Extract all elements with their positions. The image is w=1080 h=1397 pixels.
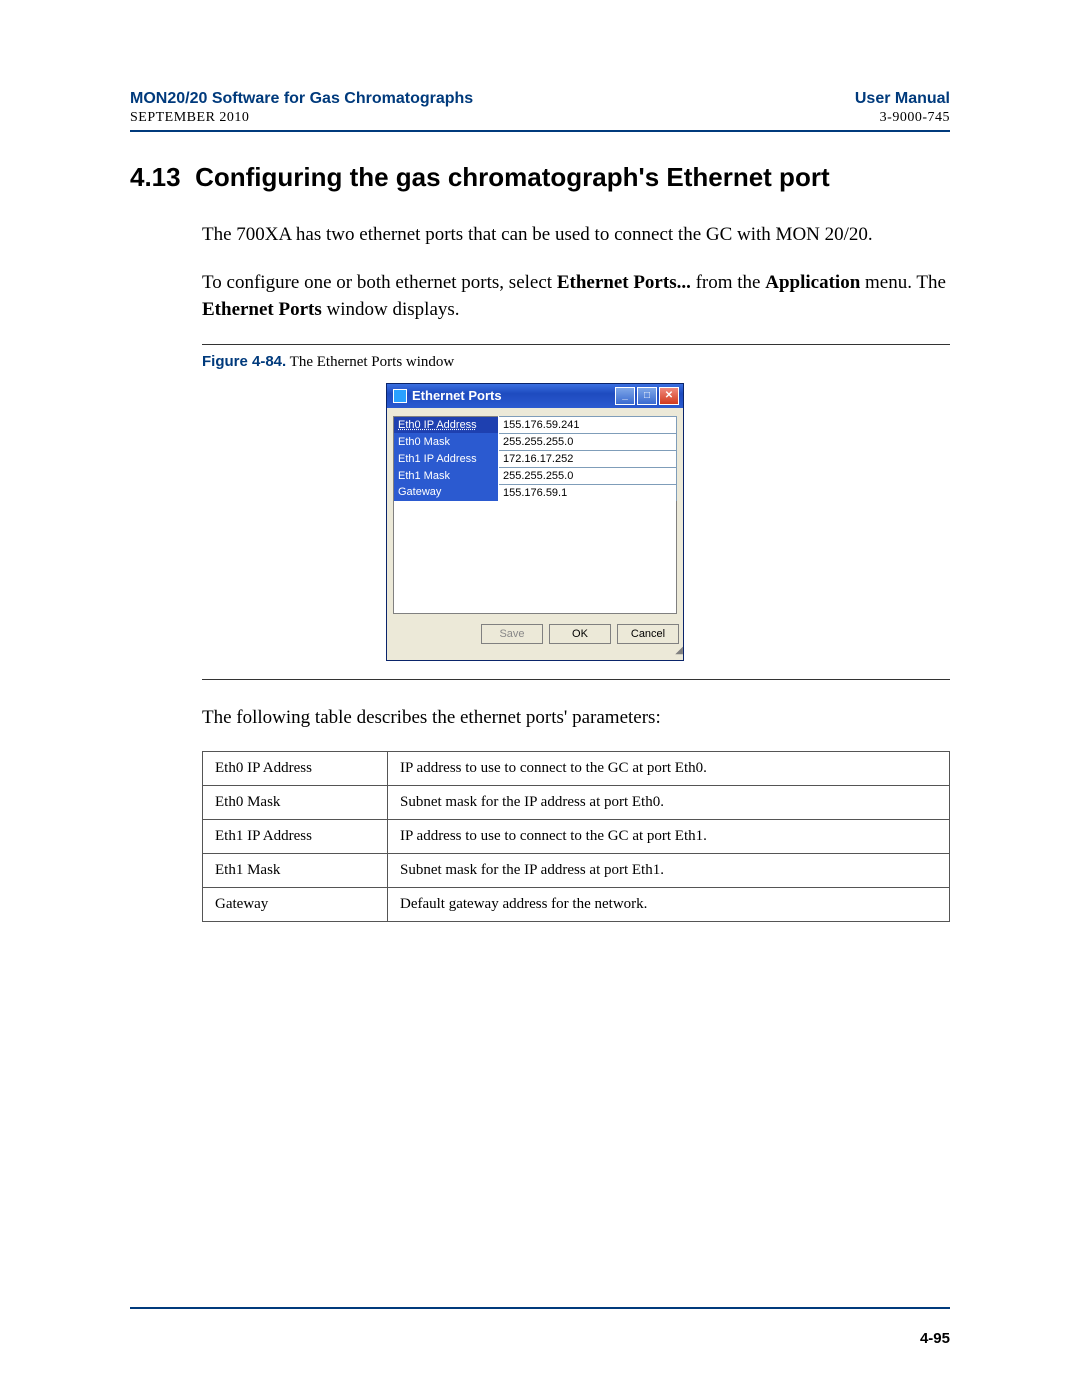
param-name: Eth0 Mask bbox=[203, 786, 388, 820]
table-row: Eth1 MaskSubnet mask for the IP address … bbox=[203, 854, 950, 888]
property-grid[interactable]: Eth0 IP Address155.176.59.241 Eth0 Mask2… bbox=[393, 416, 677, 614]
header-title-right: User Manual bbox=[855, 90, 950, 108]
figure-top-rule bbox=[202, 344, 950, 345]
value-eth0-ip[interactable]: 155.176.59.241 bbox=[499, 416, 677, 433]
label-eth1-ip[interactable]: Eth1 IP Address bbox=[394, 450, 499, 467]
label-eth1-mask[interactable]: Eth1 Mask bbox=[394, 467, 499, 484]
row-eth0-ip: Eth0 IP Address155.176.59.241 bbox=[394, 416, 677, 433]
paragraph-1: The 700XA has two ethernet ports that ca… bbox=[202, 221, 950, 249]
figure-bottom-rule bbox=[202, 679, 950, 680]
table-row: GatewayDefault gateway address for the n… bbox=[203, 888, 950, 922]
label-eth0-mask[interactable]: Eth0 Mask bbox=[394, 433, 499, 450]
section-heading: 4.13 Configuring the gas chromatograph's… bbox=[130, 162, 950, 193]
window-titlebar[interactable]: Ethernet Ports _ □ ✕ bbox=[387, 384, 683, 408]
section-title: Configuring the gas chromatograph's Ethe… bbox=[195, 162, 830, 192]
header-rule bbox=[130, 130, 950, 132]
param-desc: Subnet mask for the IP address at port E… bbox=[388, 786, 950, 820]
header-title-left: MON20/20 Software for Gas Chromatographs bbox=[130, 90, 473, 108]
ethernet-ports-window: Ethernet Ports _ □ ✕ Eth0 IP Address155.… bbox=[386, 383, 684, 661]
row-gateway: Gateway155.176.59.1 bbox=[394, 484, 677, 501]
row-eth0-mask: Eth0 Mask255.255.255.0 bbox=[394, 433, 677, 450]
param-name: Gateway bbox=[203, 888, 388, 922]
label-eth0-ip[interactable]: Eth0 IP Address bbox=[394, 416, 499, 433]
app-icon bbox=[393, 389, 407, 403]
table-row: Eth0 IP AddressIP address to use to conn… bbox=[203, 752, 950, 786]
close-button[interactable]: ✕ bbox=[659, 387, 679, 405]
footer-rule bbox=[130, 1307, 950, 1309]
param-desc: Subnet mask for the IP address at port E… bbox=[388, 854, 950, 888]
value-eth0-mask[interactable]: 255.255.255.0 bbox=[499, 433, 677, 450]
header-doc-number: 3-9000-745 bbox=[880, 110, 950, 126]
param-desc: IP address to use to connect to the GC a… bbox=[388, 820, 950, 854]
grid-empty-area bbox=[394, 501, 677, 614]
table-row: Eth0 MaskSubnet mask for the IP address … bbox=[203, 786, 950, 820]
param-desc: IP address to use to connect to the GC a… bbox=[388, 752, 950, 786]
paragraph-2: To configure one or both ethernet ports,… bbox=[202, 269, 950, 324]
header-date: SEPTEMBER 2010 bbox=[130, 110, 249, 126]
param-name: Eth0 IP Address bbox=[203, 752, 388, 786]
ok-button[interactable]: OK bbox=[549, 624, 611, 644]
section-number: 4.13 bbox=[130, 162, 181, 192]
row-eth1-mask: Eth1 Mask255.255.255.0 bbox=[394, 467, 677, 484]
value-eth1-ip[interactable]: 172.16.17.252 bbox=[499, 450, 677, 467]
figure-label: Figure 4-84. bbox=[202, 353, 286, 370]
cancel-button[interactable]: Cancel bbox=[617, 624, 679, 644]
minimize-button[interactable]: _ bbox=[615, 387, 635, 405]
param-name: Eth1 IP Address bbox=[203, 820, 388, 854]
maximize-button[interactable]: □ bbox=[637, 387, 657, 405]
figure-caption: Figure 4-84. The Ethernet Ports window bbox=[202, 353, 950, 371]
value-gateway[interactable]: 155.176.59.1 bbox=[499, 484, 677, 501]
save-button: Save bbox=[481, 624, 543, 644]
table-intro: The following table describes the ethern… bbox=[202, 704, 950, 732]
table-row: Eth1 IP AddressIP address to use to conn… bbox=[203, 820, 950, 854]
value-eth1-mask[interactable]: 255.255.255.0 bbox=[499, 467, 677, 484]
param-name: Eth1 Mask bbox=[203, 854, 388, 888]
parameters-table: Eth0 IP AddressIP address to use to conn… bbox=[202, 751, 950, 922]
param-desc: Default gateway address for the network. bbox=[388, 888, 950, 922]
window-title: Ethernet Ports bbox=[412, 388, 502, 403]
resize-grip-icon[interactable]: ◢ bbox=[387, 648, 683, 660]
row-eth1-ip: Eth1 IP Address172.16.17.252 bbox=[394, 450, 677, 467]
label-gateway[interactable]: Gateway bbox=[394, 484, 499, 501]
page-number: 4-95 bbox=[920, 1330, 950, 1347]
figure-caption-text: The Ethernet Ports window bbox=[286, 354, 454, 370]
